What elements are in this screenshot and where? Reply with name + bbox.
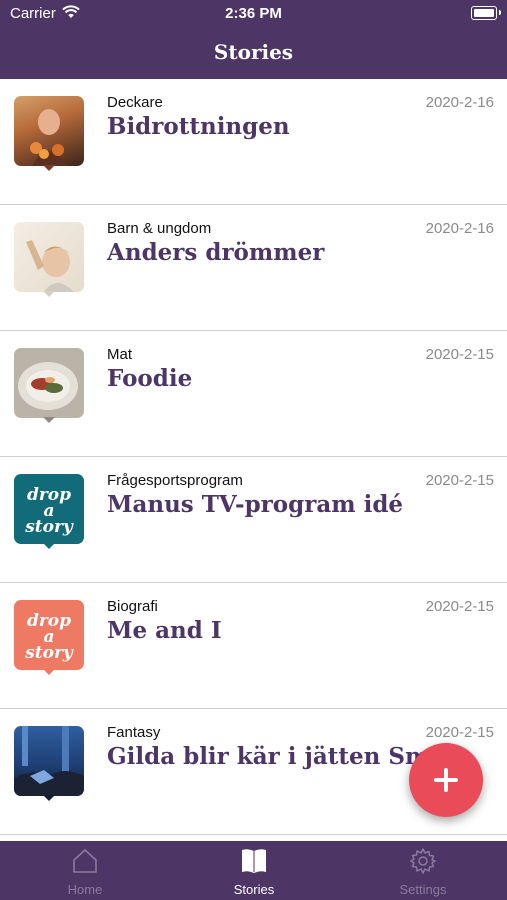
clock: 2:36 PM: [225, 5, 282, 22]
story-title: Manus TV-program idé: [107, 491, 404, 518]
story-row[interactable]: drop a story Frågesportsprogram 2020-2-1…: [0, 457, 507, 583]
story-row[interactable]: drop a story Biografi 2020-2-15 Me and I: [0, 583, 507, 709]
tab-settings-label: Settings: [399, 882, 447, 897]
tab-settings[interactable]: Settings: [363, 841, 483, 900]
story-date: 2020-2-15: [425, 598, 494, 615]
story-category: Frågesportsprogram: [107, 472, 243, 489]
tab-stories[interactable]: Stories: [194, 841, 314, 900]
status-bar: Carrier 2:36 PM: [0, 0, 507, 28]
story-row[interactable]: Barn & ungdom 2020-2-16 Anders drömmer: [0, 205, 507, 331]
story-date: 2020-2-15: [425, 472, 494, 489]
story-category: Deckare: [107, 94, 163, 111]
story-list: Deckare 2020-2-16 Bidrottningen Barn & u…: [0, 79, 507, 835]
story-date: 2020-2-16: [425, 220, 494, 237]
home-icon: [72, 848, 98, 874]
gear-icon: [410, 848, 436, 874]
story-date: 2020-2-15: [425, 724, 494, 741]
tab-home[interactable]: Home: [25, 841, 145, 900]
drop-a-story-logo: drop a story: [14, 474, 84, 549]
add-story-button[interactable]: [409, 743, 483, 817]
page-title: Stories: [213, 40, 294, 64]
story-thumbnail: [14, 348, 84, 423]
story-thumbnail: [14, 726, 84, 801]
nav-header: Carrier 2:36 PM Stories: [0, 0, 507, 79]
story-title: Gilda blir kär i jätten Small: [107, 743, 462, 770]
story-title: Bidrottningen: [107, 113, 290, 140]
drop-a-story-logo: drop a story: [14, 600, 84, 675]
story-category: Biografi: [107, 598, 158, 615]
story-category: Mat: [107, 346, 133, 363]
story-thumbnail: [14, 222, 84, 297]
story-thumbnail: [14, 96, 84, 171]
story-title: Foodie: [107, 365, 193, 392]
story-row[interactable]: Mat 2020-2-15 Foodie: [0, 331, 507, 457]
story-row[interactable]: Deckare 2020-2-16 Bidrottningen: [0, 79, 507, 205]
tab-home-label: Home: [67, 882, 103, 897]
story-category: Fantasy: [107, 724, 161, 741]
battery-icon: [471, 6, 501, 20]
tab-stories-label: Stories: [233, 882, 275, 897]
story-title: Anders drömmer: [107, 239, 325, 266]
story-date: 2020-2-16: [425, 94, 494, 111]
tab-bar: Home Stories Settings: [0, 841, 507, 900]
story-date: 2020-2-15: [425, 346, 494, 363]
book-icon: [241, 848, 267, 874]
story-category: Barn & ungdom: [107, 220, 212, 237]
story-title: Me and I: [107, 617, 222, 644]
